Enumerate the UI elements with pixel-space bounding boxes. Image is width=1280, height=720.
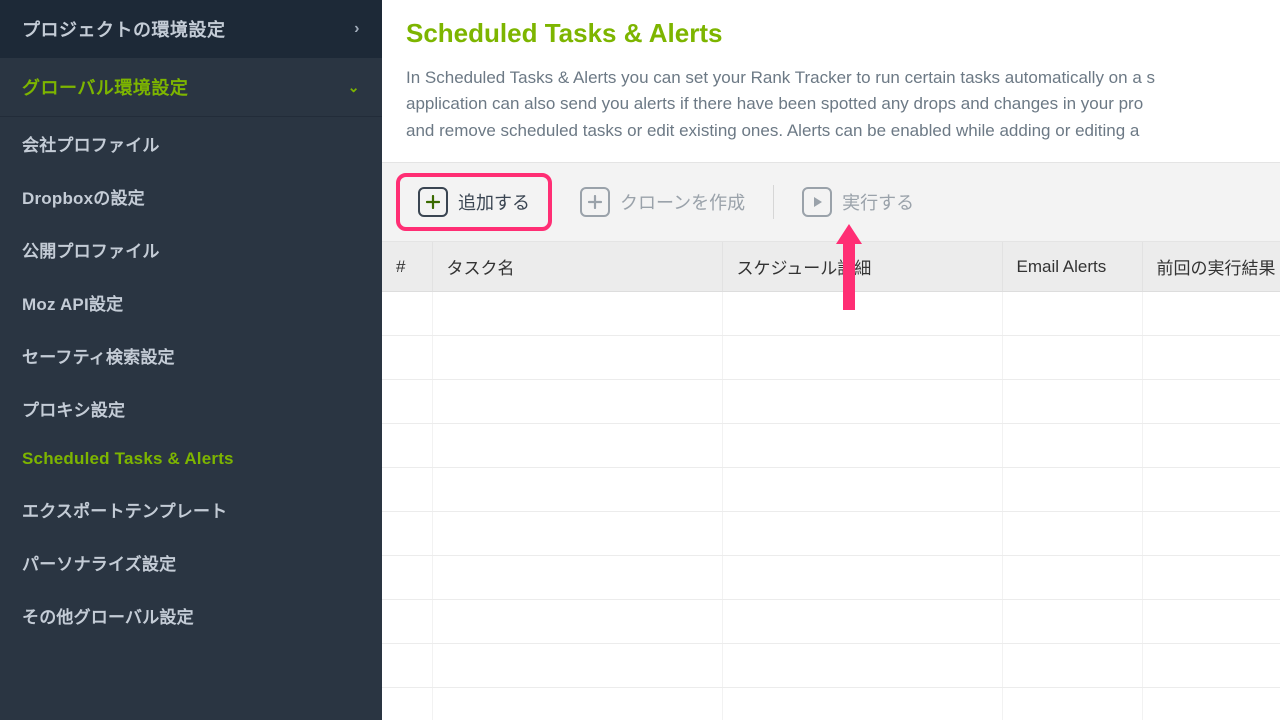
run-button-label: 実行する xyxy=(842,189,914,215)
toolbar: 追加する クローンを作成 実行する xyxy=(382,162,1280,242)
sidebar-item-safety-search[interactable]: セーフティ検索設定 xyxy=(0,329,382,382)
table-row xyxy=(382,512,1280,556)
add-button[interactable]: 追加する xyxy=(408,181,540,223)
table-row xyxy=(382,688,1280,720)
tasks-table-wrap: # タスク名 スケジュール詳細 Email Alerts 前回の実行結果 xyxy=(382,242,1280,720)
sidebar-item-label: Moz API設定 xyxy=(22,295,123,314)
sidebar-item-other-global[interactable]: その他グローバル設定 xyxy=(0,589,382,642)
col-header-email-alerts[interactable]: Email Alerts xyxy=(1002,242,1142,292)
chevron-down-icon: ⌄ xyxy=(348,79,360,96)
sidebar-item-public-profile[interactable]: 公開プロファイル xyxy=(0,223,382,276)
plus-icon xyxy=(418,187,448,217)
col-header-task-name[interactable]: タスク名 xyxy=(432,242,722,292)
table-row xyxy=(382,424,1280,468)
table-body xyxy=(382,292,1280,720)
page-desc-line: and remove scheduled tasks or edit exist… xyxy=(406,118,1280,144)
toolbar-divider xyxy=(773,185,774,219)
sidebar-item-dropbox[interactable]: Dropboxの設定 xyxy=(0,170,382,223)
chevron-right-icon: › xyxy=(354,20,360,38)
sidebar-section-project-label: プロジェクトの環境設定 xyxy=(22,16,226,42)
table-row xyxy=(382,468,1280,512)
plus-icon xyxy=(580,187,610,217)
sidebar-item-label: パーソナライズ設定 xyxy=(22,555,176,574)
sidebar-item-company-profile[interactable]: 会社プロファイル xyxy=(0,117,382,170)
sidebar-spacer xyxy=(0,642,382,720)
table-row xyxy=(382,644,1280,688)
run-button[interactable]: 実行する xyxy=(792,181,924,223)
table-row xyxy=(382,336,1280,380)
play-icon xyxy=(802,187,832,217)
sidebar-item-proxy[interactable]: プロキシ設定 xyxy=(0,382,382,435)
sidebar-section-project[interactable]: プロジェクトの環境設定 › xyxy=(0,0,382,58)
sidebar-items: 会社プロファイル Dropboxの設定 公開プロファイル Moz API設定 セ… xyxy=(0,117,382,642)
sidebar-item-label: 公開プロファイル xyxy=(22,242,160,261)
sidebar: プロジェクトの環境設定 › グローバル環境設定 ⌄ 会社プロファイル Dropb… xyxy=(0,0,382,720)
sidebar-item-label: Scheduled Tasks & Alerts xyxy=(22,449,234,468)
sidebar-item-label: プロキシ設定 xyxy=(22,401,125,420)
col-header-last-result[interactable]: 前回の実行結果 xyxy=(1142,242,1280,292)
page-desc-line: application can also send you alerts if … xyxy=(406,91,1280,117)
sidebar-item-scheduled-tasks[interactable]: Scheduled Tasks & Alerts xyxy=(0,435,382,483)
table-header-row: # タスク名 スケジュール詳細 Email Alerts 前回の実行結果 xyxy=(382,242,1280,292)
sidebar-item-label: その他グローバル設定 xyxy=(22,608,194,627)
col-header-schedule[interactable]: スケジュール詳細 xyxy=(722,242,1002,292)
sidebar-item-label: セーフティ検索設定 xyxy=(22,348,175,367)
page-desc-line: In Scheduled Tasks & Alerts you can set … xyxy=(406,65,1280,91)
sidebar-item-moz-api[interactable]: Moz API設定 xyxy=(0,276,382,329)
page-description: In Scheduled Tasks & Alerts you can set … xyxy=(406,65,1280,144)
sidebar-section-global[interactable]: グローバル環境設定 ⌄ xyxy=(0,58,382,117)
page-title: Scheduled Tasks & Alerts xyxy=(406,18,1280,49)
sidebar-item-label: エクスポートテンプレート xyxy=(22,502,227,521)
main-content: Scheduled Tasks & Alerts In Scheduled Ta… xyxy=(382,0,1280,720)
tasks-table: # タスク名 スケジュール詳細 Email Alerts 前回の実行結果 xyxy=(382,242,1280,720)
table-row xyxy=(382,292,1280,336)
add-button-label: 追加する xyxy=(458,189,530,215)
sidebar-item-personalize[interactable]: パーソナライズ設定 xyxy=(0,536,382,589)
table-row xyxy=(382,556,1280,600)
annotation-highlight: 追加する xyxy=(396,173,552,231)
sidebar-item-label: 会社プロファイル xyxy=(22,136,160,155)
sidebar-item-label: Dropboxの設定 xyxy=(22,189,145,208)
table-row xyxy=(382,600,1280,644)
sidebar-item-export-templates[interactable]: エクスポートテンプレート xyxy=(0,483,382,536)
sidebar-section-global-label: グローバル環境設定 xyxy=(22,74,188,100)
clone-button-label: クローンを作成 xyxy=(620,189,745,215)
table-row xyxy=(382,380,1280,424)
col-header-num[interactable]: # xyxy=(382,242,432,292)
clone-button[interactable]: クローンを作成 xyxy=(570,181,755,223)
